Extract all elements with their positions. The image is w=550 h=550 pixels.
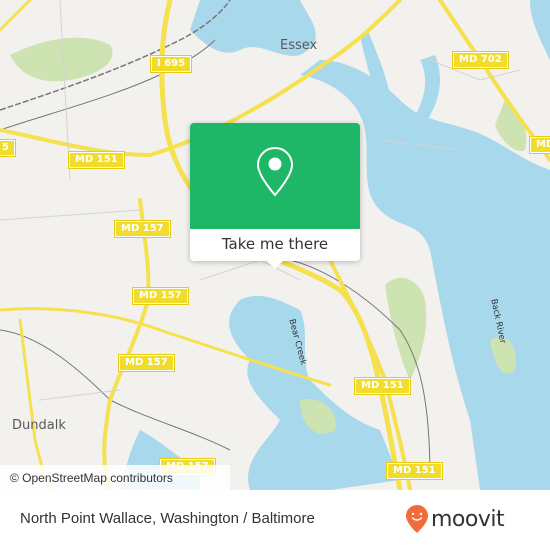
popup-header xyxy=(190,123,360,229)
road-shield-md157: MD 157 xyxy=(132,287,189,305)
moovit-pin-icon xyxy=(406,505,428,533)
map-canvas[interactable]: Essex Dundalk Back River Bear Creek I 69… xyxy=(0,0,550,490)
park-area-2 xyxy=(385,277,427,380)
road-shield-md151: MD 151 xyxy=(68,151,125,169)
popup-pointer xyxy=(266,260,284,269)
park-area-1 xyxy=(10,37,113,82)
location-popup: Take me there xyxy=(190,123,360,269)
road-shield-md: MD xyxy=(528,136,550,154)
location-title: North Point Wallace, Washington / Baltim… xyxy=(20,510,315,527)
moovit-wordmark: moovit xyxy=(431,506,505,532)
map-attribution[interactable]: © OpenStreetMap contributors xyxy=(0,465,230,490)
road-shield-md157: MD 157 xyxy=(118,354,175,372)
road-shield-partial: 5 xyxy=(0,139,16,157)
take-me-there-button[interactable]: Take me there xyxy=(190,229,360,261)
water-east-shore xyxy=(530,0,550,60)
footer-bar: North Point Wallace, Washington / Baltim… xyxy=(0,490,550,550)
moovit-logo[interactable]: moovit xyxy=(405,504,505,534)
place-label-essex: Essex xyxy=(280,38,318,53)
map-pin-icon xyxy=(256,146,294,197)
water-inlet-east xyxy=(410,55,440,130)
road-shield-md157: MD 157 xyxy=(114,220,171,238)
road-shield-md151: MD 151 xyxy=(386,462,443,480)
place-label-dundalk: Dundalk xyxy=(12,418,66,433)
road-shield-md151: MD 151 xyxy=(354,377,411,395)
road-shield-md702: MD 702 xyxy=(452,51,509,69)
road-shield-i695: I 695 xyxy=(149,55,193,73)
road-north xyxy=(0,0,32,32)
